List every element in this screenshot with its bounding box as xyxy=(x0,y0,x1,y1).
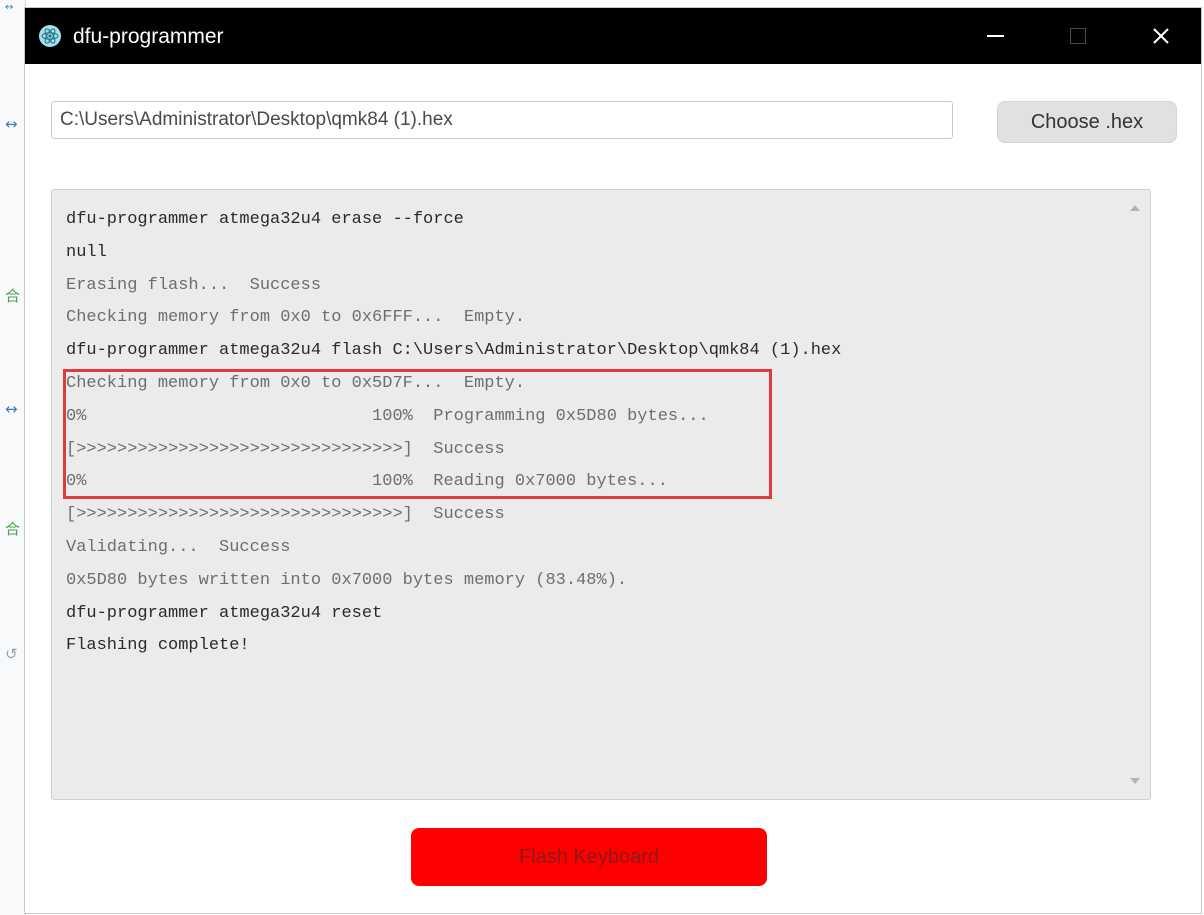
background-glyph: ↺ xyxy=(5,645,18,663)
background-window-edge: ↔ ↔ 合 ↔ 合 ↺ xyxy=(0,0,26,915)
minimize-icon xyxy=(986,35,1004,37)
log-line: 0% 100% Programming 0x5D80 bytes... xyxy=(66,406,709,426)
background-glyph: 合 xyxy=(5,287,21,305)
close-button[interactable] xyxy=(1131,8,1191,64)
log-line: [>>>>>>>>>>>>>>>>>>>>>>>>>>>>>>>>] Succe… xyxy=(66,439,505,459)
log-line: [>>>>>>>>>>>>>>>>>>>>>>>>>>>>>>>>] Succe… xyxy=(66,505,505,525)
log-line: null xyxy=(66,242,107,262)
background-glyph: ↔ xyxy=(5,115,18,133)
background-glyph: 合 xyxy=(5,520,21,538)
log-line: Erasing flash... Success xyxy=(66,275,322,295)
window-title: dfu-programmer xyxy=(73,25,224,48)
maximize-button[interactable] xyxy=(1048,8,1108,64)
log-line: Validating... Success xyxy=(66,537,291,557)
log-line: dfu-programmer atmega32u4 erase --force xyxy=(66,210,464,229)
log-lines: dfu-programmer atmega32u4 erase --force n… xyxy=(66,204,1126,663)
minimize-button[interactable] xyxy=(965,8,1025,64)
flash-keyboard-button[interactable]: Flash Keyboard xyxy=(411,828,767,886)
app-window: dfu-programmer Choose .hex dfu-programme… xyxy=(25,8,1201,913)
log-line: dfu-programmer atmega32u4 reset xyxy=(66,603,383,623)
electron-atom-icon xyxy=(39,25,61,47)
log-line: dfu-programmer atmega32u4 flash C:\Users… xyxy=(66,341,842,361)
log-line: 0x5D80 bytes written into 0x7000 bytes m… xyxy=(66,570,628,590)
background-glyph: ↔ xyxy=(5,2,14,13)
log-line: Checking memory from 0x0 to 0x5D7F... Em… xyxy=(66,373,526,393)
log-output[interactable]: dfu-programmer atmega32u4 erase --force n… xyxy=(51,189,1151,800)
title-bar[interactable]: dfu-programmer xyxy=(25,8,1201,64)
close-icon xyxy=(1153,28,1169,44)
background-glyph: ↔ xyxy=(5,400,18,418)
scroll-down-arrow-icon[interactable] xyxy=(1130,778,1140,784)
log-line: Checking memory from 0x0 to 0x6FFF... Em… xyxy=(66,308,526,328)
hex-path-input[interactable] xyxy=(51,101,953,139)
maximize-icon xyxy=(1070,28,1086,44)
log-line: Flashing complete! xyxy=(66,636,250,656)
log-line: 0% 100% Reading 0x7000 bytes... xyxy=(66,472,668,492)
choose-hex-button[interactable]: Choose .hex xyxy=(997,101,1177,143)
scroll-up-arrow-icon[interactable] xyxy=(1130,205,1140,211)
